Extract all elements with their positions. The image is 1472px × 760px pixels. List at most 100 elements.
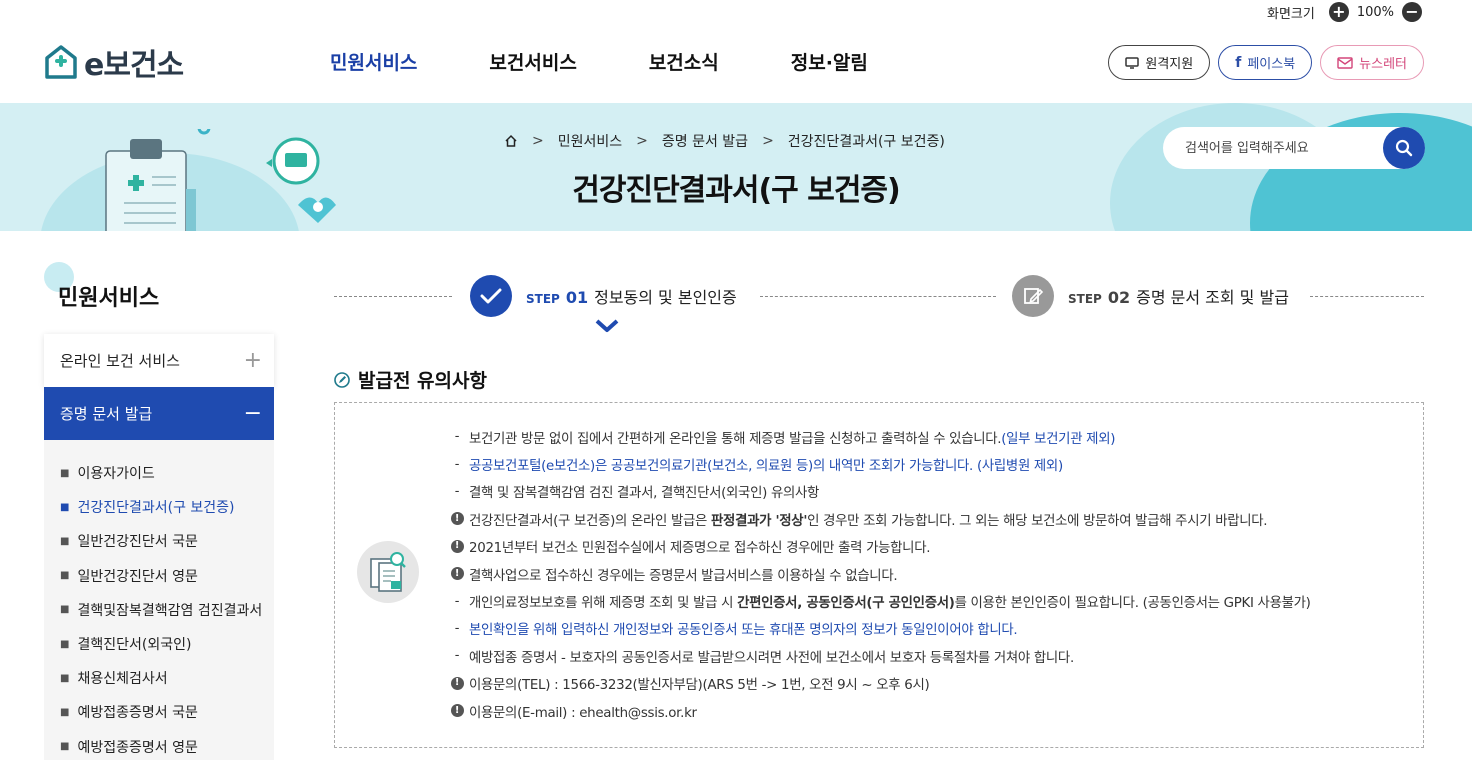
sidebar-item-label: 온라인 보건 서비스	[60, 352, 180, 370]
notice-text: 이용문의(TEL) : 1566-3232(발신자부담)(ARS 5번 -> 1…	[469, 678, 930, 694]
gnb-item-info[interactable]: 정보·알림	[791, 48, 868, 75]
site-logo[interactable]: e보건소	[44, 40, 184, 84]
remote-support-button[interactable]: 원격지원	[1108, 45, 1211, 80]
notice-text: 건강진단결과서(구 보건증)의 온라인 발급은	[469, 513, 712, 529]
step-indicator: STEP 01 정보동의 및 본인인증 STEP 02 증명 문서 조회 및 발…	[334, 272, 1424, 334]
submenu-item-label: 일반건강진단서 국문	[77, 534, 198, 551]
notice-text: 공공보건포털(e보건소)은 공공보건의료기관(보건소, 의료원 등)의 내역만 …	[469, 459, 1063, 475]
zoom-in-button[interactable]: +	[1328, 2, 1349, 22]
gnb-item-civil[interactable]: 민원서비스	[330, 48, 417, 75]
step-number: 01	[565, 288, 589, 307]
notice-text: 개인의료정보보호를 위해 제증명 조회 및 발급 시	[469, 596, 738, 612]
sidebar-title: 민원서비스	[58, 286, 160, 311]
step-2-label: STEP 02 증명 문서 조회 및 발급	[1068, 284, 1289, 308]
bullet-icon: ■	[60, 638, 70, 650]
breadcrumb-level1[interactable]: 민원서비스	[558, 131, 622, 151]
gnb-item-health[interactable]: 보건서비스	[489, 48, 576, 75]
step-divider	[1310, 296, 1424, 297]
notice-box: 보건기관 방문 없이 집에서 간편하게 온라인을 통해 제증명 발급을 신청하고…	[334, 402, 1424, 748]
notice-item: 예방접종 증명서 - 보호자의 공동인증서로 발급받으시려면 사전에 보건소에서…	[447, 642, 1311, 669]
notice-item: 보건기관 방문 없이 집에서 간편하게 온라인을 통해 제증명 발급을 신청하고…	[447, 423, 1311, 450]
submenu-item-label: 채용신체검사서	[77, 671, 168, 688]
check-icon	[470, 275, 512, 317]
notice-item: 공공보건포털(e보건소)은 공공보건의료기관(보건소, 의료원 등)의 내역만 …	[447, 450, 1311, 477]
step-divider	[760, 296, 996, 297]
logo-text: e보건소	[84, 48, 184, 83]
notice-item: ! 2021년부터 보건소 민원접수실에서 제증명으로 접수하신 경우에만 출력…	[447, 533, 1311, 560]
facebook-button[interactable]: f 페이스북	[1218, 45, 1313, 80]
step-1: STEP 01 정보동의 및 본인인증	[470, 275, 737, 317]
plus-icon: +	[243, 348, 262, 373]
chevron-down-icon	[595, 319, 619, 332]
dash-bullet	[447, 621, 467, 636]
notice-section-title: 발급전 유의사항	[334, 366, 487, 393]
notice-text: 결핵 및 잠복결핵감염 검진 결과서, 결핵진단서(외국인) 유의사항	[469, 486, 820, 502]
breadcrumb: > 민원서비스 > 증명 문서 발급 > 건강진단결과서(구 보건증)	[504, 131, 945, 151]
submenu-item-label: 결핵및잠복결핵감염 검진결과서	[77, 602, 263, 619]
notice-item: 본인확인을 위해 입력하신 개인정보와 공동인증서 또는 휴대폰 명의자의 정보…	[447, 615, 1311, 642]
notice-item: ! 건강진단결과서(구 보건증)의 온라인 발급은 판정결과가 '정상'인 경우…	[447, 505, 1311, 532]
gnb-item-news[interactable]: 보건소식	[649, 48, 719, 75]
bullet-icon: ■	[60, 706, 70, 718]
submenu-item[interactable]: ■ 건강진단결과서(구 보건증)	[44, 490, 274, 524]
newsletter-button[interactable]: 뉴스레터	[1320, 45, 1424, 80]
sidebar-item-certificate[interactable]: 증명 문서 발급 −	[44, 387, 274, 440]
step-divider	[334, 296, 452, 297]
submenu-item[interactable]: ■ 예방접종증명서 국문	[44, 695, 274, 729]
document-search-icon	[357, 541, 419, 603]
notice-text: 이용문의(E-mail) : ehealth@ssis.or.kr	[469, 705, 697, 721]
home-icon[interactable]	[504, 134, 518, 148]
search-input[interactable]	[1163, 140, 1373, 156]
submenu-item[interactable]: ■ 채용신체검사서	[44, 661, 274, 695]
step-number: 02	[1107, 288, 1131, 307]
submenu-item-label: 예방접종증명서 영문	[77, 739, 198, 756]
edit-icon	[1012, 275, 1054, 317]
minus-icon: −	[243, 401, 262, 426]
zoom-label: 화면크기	[1266, 6, 1315, 22]
submenu-item[interactable]: ■ 결핵및잠복결핵감염 검진결과서	[44, 593, 274, 627]
notice-item: ! 결핵사업으로 접수하신 경우에는 증명문서 발급서비스를 이용하실 수 없습…	[447, 560, 1311, 587]
breadcrumb-level3[interactable]: 건강진단결과서(구 보건증)	[788, 131, 945, 151]
sub-visual-banner: > 민원서비스 > 증명 문서 발급 > 건강진단결과서(구 보건증) 건강진단…	[0, 103, 1472, 231]
step-title: 정보동의 및 본인인증	[594, 288, 737, 307]
chevron-right-icon: >	[636, 133, 648, 149]
step-2: STEP 02 증명 문서 조회 및 발급	[1012, 275, 1289, 317]
step-1-label: STEP 01 정보동의 및 본인인증	[526, 284, 737, 308]
main-nav: 민원서비스 보건서비스 보건소식 정보·알림	[330, 48, 868, 75]
submenu-item[interactable]: ■ 일반건강진단서 국문	[44, 524, 274, 558]
submenu-item[interactable]: ■ 결핵진단서(외국인)	[44, 627, 274, 661]
search-box	[1163, 127, 1425, 169]
dash-bullet	[447, 648, 467, 663]
submenu-item[interactable]: ■ 일반건강진단서 영문	[44, 559, 274, 593]
notice-text: 본인확인을 위해 입력하신 개인정보와 공동인증서 또는 휴대폰 명의자의 정보…	[469, 623, 1018, 639]
step-prefix: STEP	[1068, 292, 1102, 306]
warning-icon: !	[447, 676, 467, 690]
search-button[interactable]	[1383, 127, 1425, 169]
warning-icon: !	[447, 512, 467, 526]
facebook-label: 페이스북	[1247, 57, 1296, 72]
bullet-icon: ■	[60, 535, 70, 547]
monitor-icon	[1125, 56, 1140, 69]
facebook-icon: f	[1235, 54, 1242, 71]
sidebar-submenu: ■ 이용자가이드 ■ 건강진단결과서(구 보건증) ■ 일반건강진단서 국문 ■ 일반건…	[44, 440, 274, 760]
notice-text: 결핵사업으로 접수하신 경우에는 증명문서 발급서비스를 이용하실 수 없습니다…	[469, 568, 898, 584]
zoom-control: 화면크기 + 100% −	[1267, 0, 1422, 24]
sidebar-menu: 온라인 보건 서비스 + 증명 문서 발급 − ■ 이용자가이드 ■ 건강진단결과서…	[44, 334, 274, 760]
submenu-item[interactable]: ■ 이용자가이드	[44, 456, 274, 490]
sidebar-item-online-health[interactable]: 온라인 보건 서비스 +	[44, 334, 274, 387]
warning-icon: !	[447, 567, 467, 581]
step-prefix: STEP	[526, 292, 560, 306]
bullet-icon: ■	[60, 672, 70, 684]
chevron-right-icon: >	[762, 133, 774, 149]
submenu-item[interactable]: ■ 예방접종증명서 영문	[44, 730, 274, 760]
notice-item: 결핵 및 잠복결핵감염 검진 결과서, 결핵진단서(외국인) 유의사항	[447, 478, 1311, 505]
header-buttons: 원격지원 f 페이스북 뉴스레터	[1108, 45, 1424, 80]
breadcrumb-level2[interactable]: 증명 문서 발급	[662, 131, 748, 151]
zoom-out-button[interactable]: −	[1402, 2, 1422, 22]
bullet-icon: ■	[60, 467, 70, 479]
notice-list: 보건기관 방문 없이 집에서 간편하게 온라인을 통해 제증명 발급을 신청하고…	[447, 423, 1311, 724]
page-title: 건강진단결과서(구 보건증)	[572, 173, 900, 208]
warning-icon: !	[447, 704, 467, 718]
remote-support-label: 원격지원	[1145, 57, 1194, 72]
dash-bullet	[447, 594, 467, 609]
